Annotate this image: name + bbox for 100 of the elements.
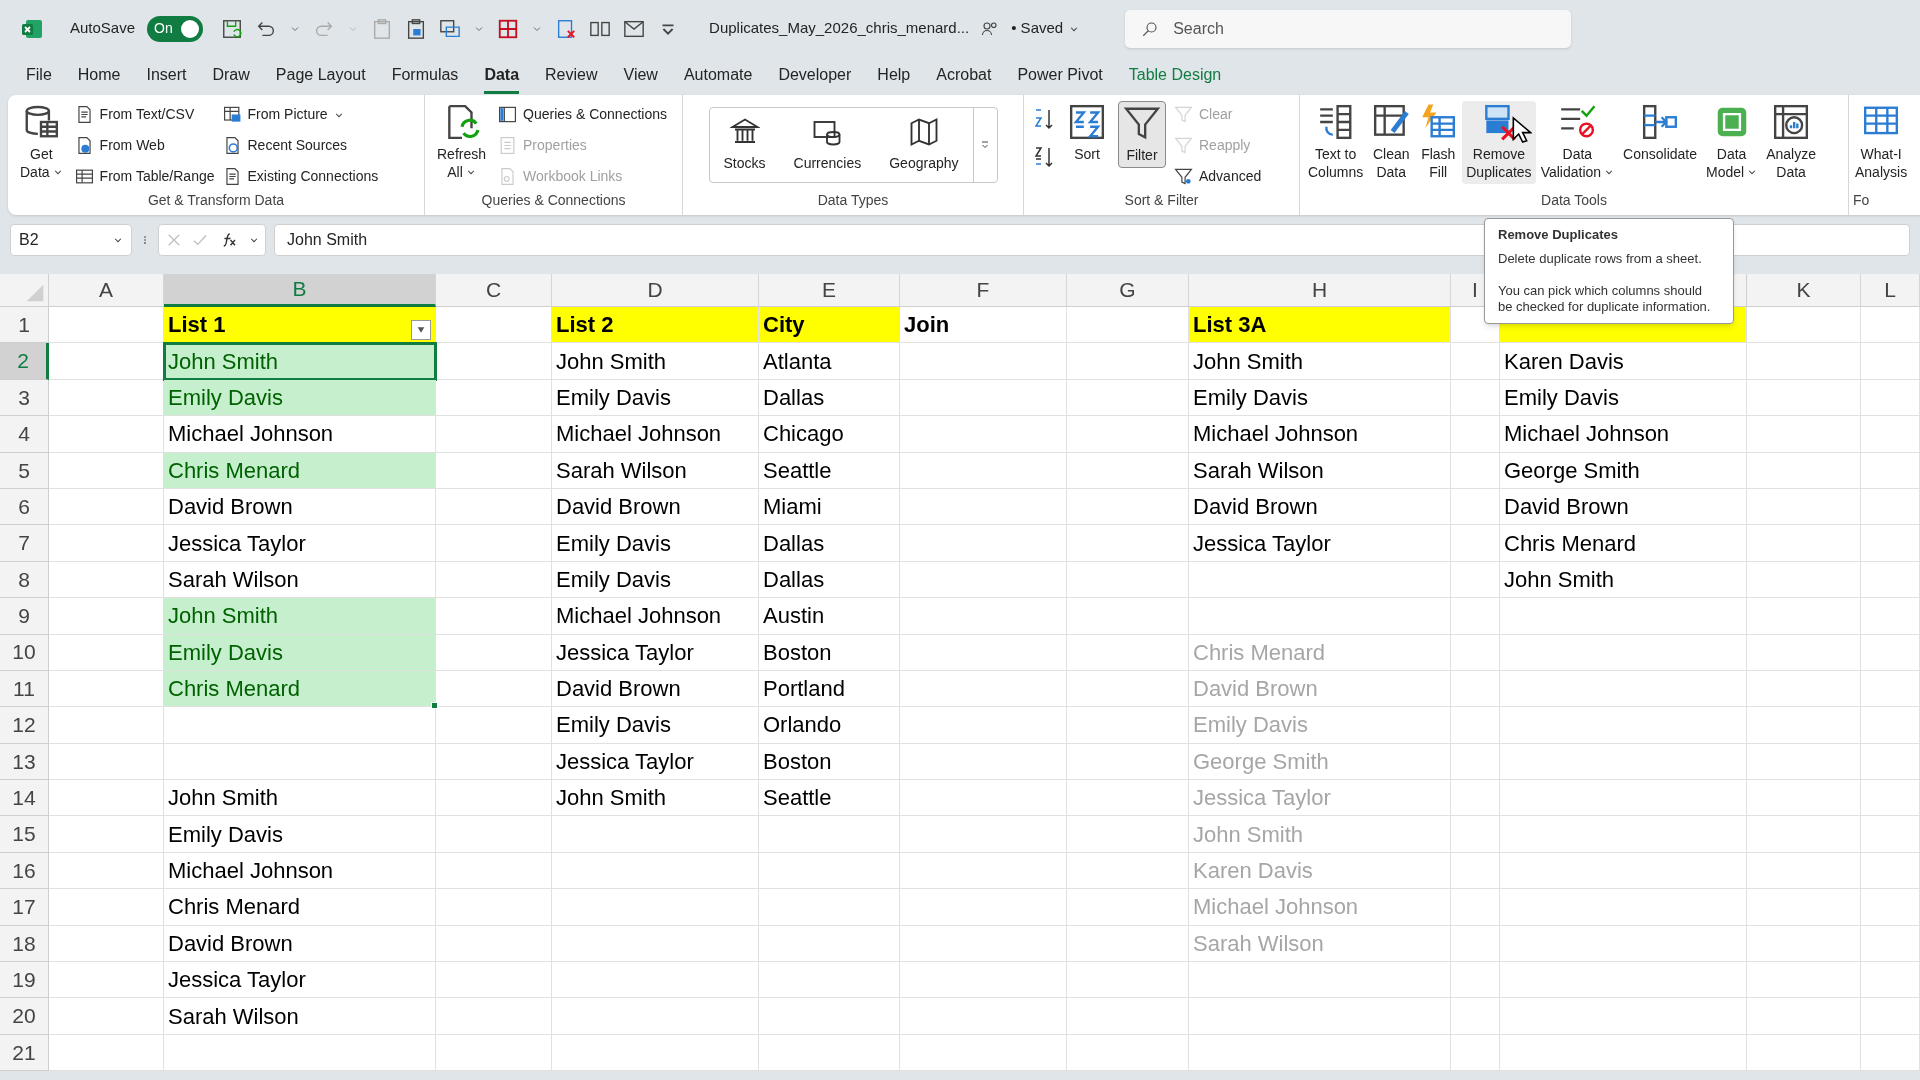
ribbon-button[interactable]: Get Data <box>16 101 67 184</box>
table-cell[interactable] <box>1747 598 1861 635</box>
column-header[interactable]: G <box>1067 274 1189 307</box>
table-cell[interactable] <box>552 889 759 926</box>
table-cell[interactable] <box>1500 925 1747 963</box>
table-cell[interactable]: Chris Menard <box>164 452 436 489</box>
table-cell[interactable] <box>1861 452 1920 489</box>
table-cell[interactable]: Emily Davis <box>1189 379 1451 417</box>
table-cell[interactable] <box>1500 962 1747 999</box>
table-cell[interactable] <box>1747 379 1861 417</box>
table-cell[interactable] <box>436 452 552 489</box>
table-cell[interactable]: Michael Johnson <box>552 416 759 453</box>
table-cell[interactable] <box>1500 780 1747 817</box>
table-cell[interactable]: City <box>759 307 900 344</box>
table-cell[interactable] <box>436 488 552 526</box>
table-cell[interactable] <box>1747 343 1861 380</box>
table-cell[interactable]: Dallas <box>759 525 900 562</box>
table-cell[interactable] <box>1861 743 1920 781</box>
table-cell[interactable] <box>1500 707 1747 744</box>
column-header[interactable]: H <box>1189 274 1451 307</box>
table-cell[interactable] <box>1451 598 1500 635</box>
table-cell[interactable] <box>1067 561 1189 599</box>
row-header[interactable]: 5 <box>0 452 49 489</box>
table-cell[interactable] <box>552 962 759 999</box>
table-cell[interactable] <box>1861 598 1920 635</box>
menu-tab[interactable]: Insert <box>146 58 187 94</box>
row-header[interactable]: 20 <box>0 998 49 1035</box>
table-cell[interactable] <box>436 816 552 853</box>
table-cell[interactable]: Emily Davis <box>552 707 759 744</box>
menu-tab[interactable]: Page Layout <box>275 58 366 94</box>
table-cell[interactable] <box>1500 634 1747 671</box>
row-header[interactable]: 11 <box>0 670 49 708</box>
ribbon-button[interactable]: From Web <box>74 132 215 159</box>
table-cell[interactable] <box>1500 816 1747 853</box>
table-cell[interactable] <box>900 816 1067 853</box>
menu-tab[interactable]: Power Pivot <box>1017 58 1103 94</box>
table-cell[interactable]: David Brown <box>164 488 436 526</box>
table-cell[interactable] <box>1861 307 1920 344</box>
table-cell[interactable] <box>1500 1034 1747 1072</box>
table-cell[interactable] <box>1861 634 1920 671</box>
table-cell[interactable]: Atlanta <box>759 343 900 380</box>
table-cell[interactable] <box>1747 307 1861 344</box>
table-cell[interactable]: Emily Davis <box>164 816 436 853</box>
table-cell[interactable] <box>1451 998 1500 1035</box>
ribbon-button[interactable]: Advanced <box>1174 163 1262 190</box>
menu-tab[interactable]: Help <box>877 58 911 94</box>
select-all-icon[interactable] <box>25 283 45 303</box>
table-cell[interactable]: Michael Johnson <box>1189 416 1451 453</box>
table-cell[interactable] <box>900 998 1067 1035</box>
table-cell[interactable] <box>436 343 552 380</box>
table-cell[interactable] <box>1451 707 1500 744</box>
table-cell[interactable]: Miami <box>759 488 900 526</box>
table-cell[interactable] <box>1451 379 1500 417</box>
table-cell[interactable] <box>1861 889 1920 926</box>
ribbon-button[interactable]: From Picture <box>222 101 379 128</box>
table-cell[interactable]: Jessica Taylor <box>1189 525 1451 562</box>
menu-tab[interactable]: Table Design <box>1128 58 1222 94</box>
menu-tab[interactable]: Review <box>545 58 598 94</box>
table-cell[interactable] <box>1861 816 1920 853</box>
table-cell[interactable]: Orlando <box>759 707 900 744</box>
table-cell[interactable] <box>1067 707 1189 744</box>
table-cell[interactable]: List 1 <box>164 307 436 344</box>
table-cell[interactable] <box>436 598 552 635</box>
row-header[interactable]: 15 <box>0 816 49 853</box>
table-cell[interactable]: Michael Johnson <box>552 598 759 635</box>
table-cell[interactable] <box>1067 925 1189 963</box>
table-cell[interactable]: Chris Menard <box>1500 525 1747 562</box>
table-cell[interactable]: John Smith <box>552 780 759 817</box>
table-cell[interactable] <box>900 707 1067 744</box>
table-cell[interactable]: Emily Davis <box>164 379 436 417</box>
file-name[interactable]: Duplicates_May_2026_chris_menard... <box>709 17 970 40</box>
ribbon-button[interactable]: Analyze Data <box>1762 101 1820 184</box>
column-header[interactable]: E <box>759 274 900 307</box>
menu-tab[interactable]: Formulas <box>391 58 459 94</box>
row-header[interactable]: 8 <box>0 561 49 599</box>
table-cell[interactable] <box>1451 1034 1500 1072</box>
table-cell[interactable] <box>900 889 1067 926</box>
table-cell[interactable] <box>1451 852 1500 890</box>
table-cell[interactable] <box>900 852 1067 890</box>
table-cell[interactable] <box>436 998 552 1035</box>
row-header[interactable]: 16 <box>0 852 49 890</box>
table-cell[interactable] <box>900 598 1067 635</box>
column-header[interactable]: D <box>552 274 759 307</box>
menu-tab[interactable]: Draw <box>212 58 250 94</box>
table-cell[interactable]: Dallas <box>759 379 900 417</box>
table-cell[interactable] <box>1067 670 1189 708</box>
table-cell[interactable] <box>552 925 759 963</box>
table-cell[interactable]: Chris Menard <box>164 670 436 708</box>
table-cell[interactable] <box>1747 780 1861 817</box>
table-cell[interactable] <box>1067 889 1189 926</box>
table-cell[interactable] <box>1451 488 1500 526</box>
table-cell[interactable] <box>1500 889 1747 926</box>
table-cell[interactable]: Karen Davis <box>1500 343 1747 380</box>
table-cell[interactable] <box>1067 525 1189 562</box>
column-header[interactable]: L <box>1861 274 1920 307</box>
table-cell[interactable] <box>49 1034 164 1072</box>
borders-icon[interactable] <box>497 17 520 40</box>
name-box[interactable]: B2 <box>10 224 132 256</box>
table-cell[interactable] <box>900 925 1067 963</box>
table-cell[interactable] <box>759 998 900 1035</box>
